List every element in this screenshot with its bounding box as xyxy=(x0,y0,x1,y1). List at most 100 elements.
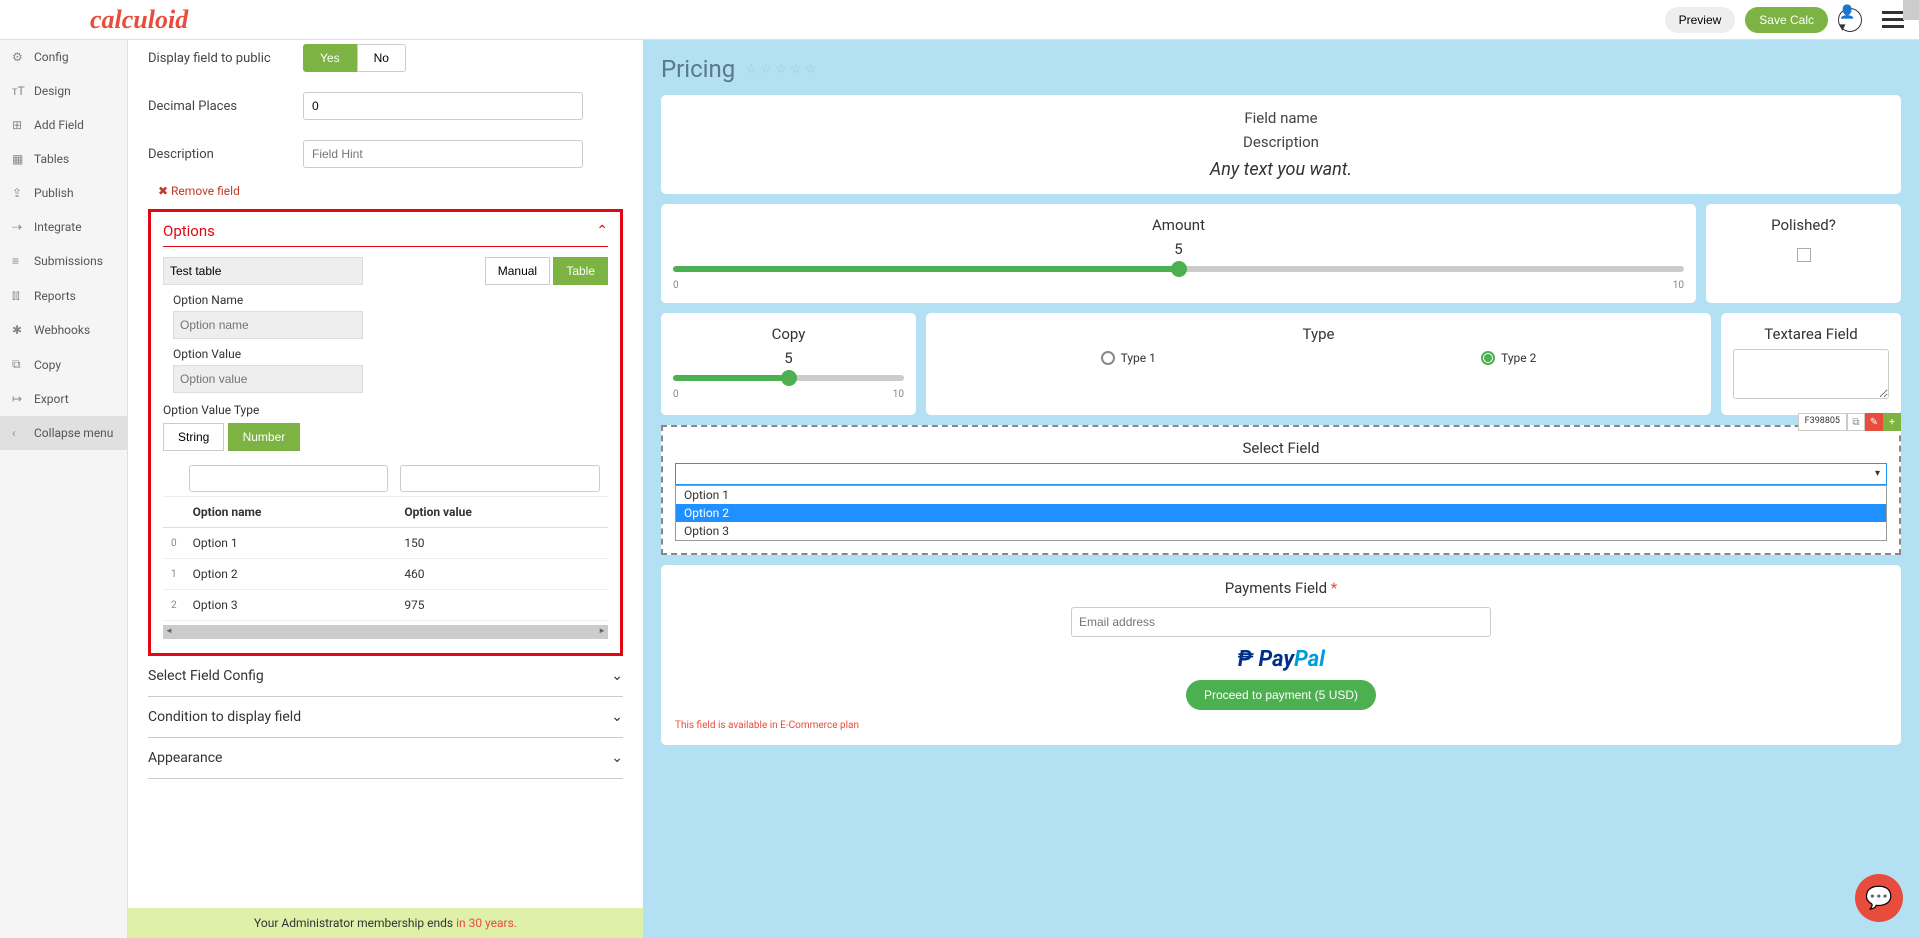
sidebar-label: Add Field xyxy=(34,118,84,132)
gear-icon: ⚙ xyxy=(12,50,26,64)
type1-radio[interactable]: Type 1 xyxy=(1101,351,1156,365)
dropdown-list: Option 1 Option 2 Option 3 xyxy=(675,485,1887,541)
sidebar-label: Export xyxy=(34,392,69,406)
textarea-title: Textarea Field xyxy=(1733,325,1889,343)
scroll-indicator[interactable] xyxy=(1903,0,1919,20)
option-name-label: Option Name xyxy=(173,293,608,307)
save-calc-button[interactable]: Save Calc xyxy=(1745,7,1828,33)
amount-card: Amount 5 010 xyxy=(661,204,1696,303)
decimal-input[interactable] xyxy=(303,92,583,120)
option-value-label: Option Value xyxy=(173,347,608,361)
table-row[interactable]: 1Option 2460 xyxy=(163,559,608,590)
sidebar-item-config[interactable]: ⚙ Config xyxy=(0,40,127,74)
select-dropdown[interactable] xyxy=(675,463,1887,485)
copy-icon: ⧉ xyxy=(12,357,26,372)
sidebar-item-submissions[interactable]: ≡Submissions xyxy=(0,244,127,278)
rating-stars-icon[interactable]: ☆ ☆ ☆ ☆ ☆ xyxy=(745,62,816,77)
sidebar-label: Tables xyxy=(34,152,69,166)
option-value-input[interactable] xyxy=(173,365,363,393)
options-title: Options xyxy=(163,222,215,240)
sidebar-item-add-field[interactable]: ⊞ Add Field xyxy=(0,108,127,142)
decimal-label: Decimal Places xyxy=(148,99,303,114)
sidebar-item-reports[interactable]: ⫾⫾ Reports xyxy=(0,278,127,313)
hamburger-menu-icon[interactable] xyxy=(1882,11,1904,28)
email-input[interactable] xyxy=(1071,607,1491,637)
display-no-button[interactable]: No xyxy=(357,44,406,72)
chevron-down-icon: ⌄ xyxy=(611,750,623,766)
sidebar-label: Webhooks xyxy=(34,323,90,337)
sidebar-item-copy[interactable]: ⧉ Copy xyxy=(0,347,127,382)
col-option-name: Option name xyxy=(185,497,397,528)
remove-field-link[interactable]: ✖ Remove field xyxy=(158,184,240,198)
table-icon: ▦ xyxy=(12,152,26,166)
sidebar-item-integrate[interactable]: ⇢Integrate xyxy=(0,210,127,244)
sidebar-label: Design xyxy=(34,84,71,98)
type-number-button[interactable]: Number xyxy=(228,423,301,451)
table-name-input[interactable] xyxy=(163,257,363,285)
chart-icon: ⫾⫾ xyxy=(12,288,26,303)
sidebar-item-tables[interactable]: ▦ Tables xyxy=(0,142,127,176)
sidebar-item-publish[interactable]: ⇪ Publish xyxy=(0,176,127,210)
preview-button[interactable]: Preview xyxy=(1665,7,1736,33)
chevron-up-icon[interactable]: ⌃ xyxy=(596,223,608,239)
dropdown-option-2[interactable]: Option 2 xyxy=(676,504,1886,522)
proceed-payment-button[interactable]: Proceed to payment (5 USD) xyxy=(1186,680,1376,710)
sidebar-label: Collapse menu xyxy=(34,426,113,440)
table-row[interactable]: 2Option 3975 xyxy=(163,590,608,621)
webhook-icon: ✱ xyxy=(12,323,26,337)
field-copy-icon[interactable]: ⧉ xyxy=(1847,413,1865,431)
select-field-config-section[interactable]: Select Field Config⌄ xyxy=(148,656,623,697)
description-input[interactable] xyxy=(303,140,583,168)
description-label: Description xyxy=(148,147,303,162)
sidebar-item-design[interactable]: ᴛTDesign xyxy=(0,74,127,108)
chat-bubble-icon[interactable]: 💬 xyxy=(1855,874,1903,922)
sidebar-label: Copy xyxy=(34,358,61,372)
display-yes-button[interactable]: Yes xyxy=(303,44,357,72)
sidebar-label: Publish xyxy=(34,186,74,200)
list-icon: ≡ xyxy=(12,254,26,268)
plus-icon: ⊞ xyxy=(12,118,26,132)
type2-radio[interactable]: Type 2 xyxy=(1481,351,1536,365)
col-option-value: Option value xyxy=(396,497,608,528)
membership-footer: Your Administrator membership ends in 30… xyxy=(128,908,643,938)
logo: calculoid xyxy=(90,5,188,35)
amount-slider[interactable] xyxy=(673,266,1684,272)
sidebar-item-collapse[interactable]: ‹Collapse menu xyxy=(0,416,127,450)
publish-icon: ⇪ xyxy=(12,186,26,200)
chevron-down-icon: ⌄ xyxy=(611,709,623,725)
polished-checkbox[interactable] xyxy=(1797,248,1811,262)
options-table: Option name Option value 0Option 1150 1O… xyxy=(163,461,608,621)
user-menu-icon[interactable]: 👤▾ xyxy=(1838,8,1862,32)
sidebar-item-webhooks[interactable]: ✱ Webhooks xyxy=(0,313,127,347)
payments-title: Payments Field xyxy=(1225,579,1327,597)
sidebar-item-export[interactable]: ↦Export xyxy=(0,382,127,416)
config-panel: Display field to public Yes No Decimal P… xyxy=(128,40,643,938)
options-section: Options ⌃ Manual Table Option Name Optio… xyxy=(148,209,623,656)
sidebar-label: Config xyxy=(34,50,69,64)
option-name-input[interactable] xyxy=(173,311,363,339)
dropdown-option-3[interactable]: Option 3 xyxy=(676,522,1886,540)
appearance-section[interactable]: Appearance⌄ xyxy=(148,738,623,779)
dropdown-option-1[interactable]: Option 1 xyxy=(676,486,1886,504)
filter-name-input[interactable] xyxy=(189,465,389,492)
filter-value-input[interactable] xyxy=(400,465,600,492)
condition-section[interactable]: Condition to display field⌄ xyxy=(148,697,623,738)
field-name-card: Field name Description Any text you want… xyxy=(661,95,1901,194)
horizontal-scrollbar[interactable] xyxy=(163,625,608,639)
copy-slider[interactable] xyxy=(673,375,904,381)
value-type-label: Option Value Type xyxy=(163,403,608,417)
sidebar-label: Integrate xyxy=(34,220,82,234)
type-string-button[interactable]: String xyxy=(163,423,224,451)
table-row[interactable]: 0Option 1150 xyxy=(163,528,608,559)
preview-panel: Pricing ☆ ☆ ☆ ☆ ☆ Field name Description… xyxy=(643,40,1919,938)
textarea-input[interactable] xyxy=(1733,349,1889,399)
display-field-label: Display field to public xyxy=(148,51,303,66)
manual-mode-button[interactable]: Manual xyxy=(485,257,550,285)
sidebar-label: Reports xyxy=(34,289,76,303)
field-edit-icon[interactable]: ✎ xyxy=(1865,413,1883,431)
field-name-label: Field name xyxy=(675,109,1887,127)
table-mode-button[interactable]: Table xyxy=(553,257,608,285)
amount-value: 5 xyxy=(673,240,1684,258)
textarea-card: Textarea Field xyxy=(1721,313,1901,415)
field-add-icon[interactable]: + xyxy=(1883,413,1901,431)
